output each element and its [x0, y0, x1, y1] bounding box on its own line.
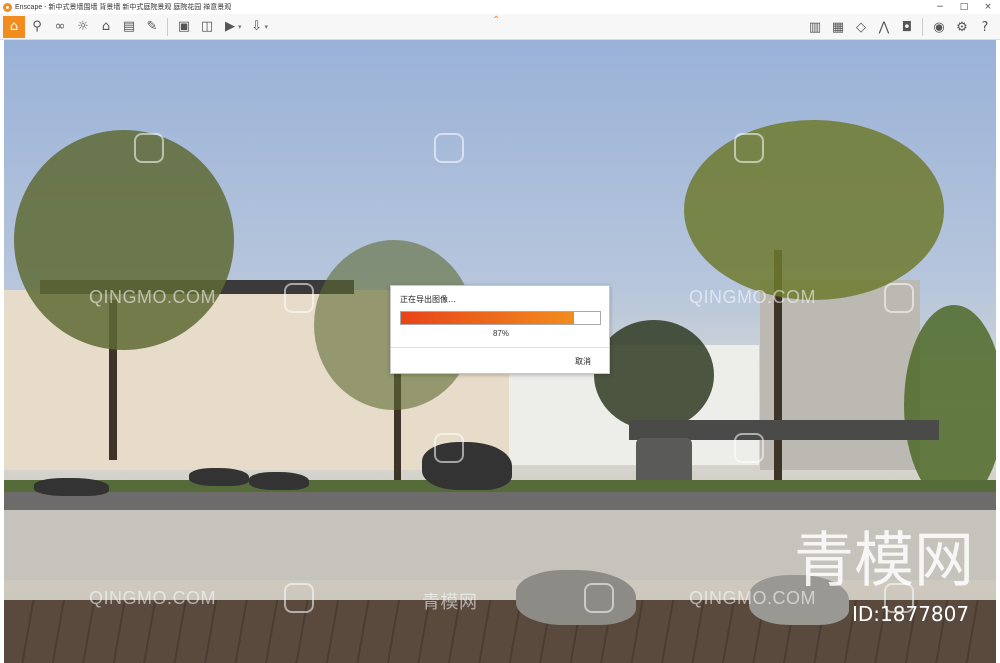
vr-headset-icon[interactable]: ◘ [896, 16, 918, 38]
help-icon[interactable]: ? [974, 16, 996, 38]
stepping-stone [249, 472, 309, 490]
house-icon[interactable]: ⌂ [95, 16, 117, 38]
sun-icon[interactable]: ☼ [72, 16, 94, 38]
bonsai-pine [594, 320, 714, 430]
tree-canopy [14, 130, 234, 350]
rock [516, 570, 636, 625]
toolbar-right: ▥ ▦ ◇ ⋀ ◘ ◉ ⚙ ? [803, 16, 996, 38]
watermark-logo-icon [134, 133, 164, 163]
title-bar: Enscape - 新中式景墙围墙 背景墙 新中式庭院景观 庭院花园 禅意景观 … [0, 0, 1000, 14]
watermark-logo-icon [284, 583, 314, 613]
watermark-logo-icon [434, 433, 464, 463]
watermark-id: ID:1877807 [852, 602, 970, 626]
watermark-logo-icon [734, 133, 764, 163]
watermark-logo-icon [584, 583, 614, 613]
window-title: Enscape - 新中式景墙围墙 背景墙 新中式庭院景观 庭院花园 禅意景观 [15, 4, 232, 11]
toolbar-divider [167, 17, 168, 36]
gallery-icon[interactable]: ▦ [827, 16, 849, 38]
gear-icon[interactable]: ⚙ [951, 16, 973, 38]
screenshot-icon[interactable]: ▣ [173, 16, 195, 38]
video-dropdown-icon[interactable]: ▾ [238, 23, 242, 31]
progress-fill [401, 312, 575, 324]
stone-table [629, 420, 939, 440]
maximize-button[interactable]: □ [952, 0, 976, 14]
layers-icon[interactable]: ▤ [118, 16, 140, 38]
cancel-button[interactable]: 取消 [575, 356, 591, 367]
collapse-chevron-icon[interactable]: ⌃ [492, 15, 500, 26]
gravel-path [4, 492, 996, 512]
chart-icon[interactable]: ⋀ [873, 16, 895, 38]
watermark-text: QINGMO.COM [689, 287, 816, 307]
panorama-icon[interactable]: ◫ [196, 16, 218, 38]
minimize-button[interactable]: − [928, 0, 952, 14]
brush-icon[interactable]: ✎ [141, 16, 163, 38]
watermark-logo-icon [434, 133, 464, 163]
enscape-logo-icon [3, 2, 12, 12]
window-controls: − □ × [928, 0, 1000, 14]
close-button[interactable]: × [976, 0, 1000, 14]
export-progress-dialog: 正在导出图像… 87% 取消 [390, 285, 610, 374]
export-dropdown-icon[interactable]: ▾ [265, 23, 269, 31]
watermark-logo-icon [884, 283, 914, 313]
cube-icon[interactable]: ◇ [850, 16, 872, 38]
shrub-right [904, 305, 996, 505]
stepping-stone [34, 478, 109, 496]
home-icon[interactable]: ⌂ [3, 15, 25, 38]
dialog-divider [391, 347, 609, 348]
binoculars-icon[interactable]: ∞ [49, 16, 71, 38]
watermark-brand: 青模网 [794, 526, 974, 596]
book-icon[interactable]: ▥ [804, 16, 826, 38]
watermark-logo-icon [734, 433, 764, 463]
progress-bar [400, 311, 601, 325]
watermark-text: QINGMO.COM [89, 287, 216, 307]
progress-percent: 87% [492, 329, 509, 338]
dialog-title: 正在导出图像… [400, 295, 456, 304]
toolbar-divider [922, 18, 923, 36]
stepping-stone [189, 468, 249, 486]
tree-canopy [684, 120, 944, 300]
map-icon[interactable]: ⚲ [26, 16, 48, 38]
watermark-text: QINGMO.COM [89, 588, 216, 608]
eye-icon[interactable]: ◉ [928, 16, 950, 38]
watermark-logo-icon [284, 283, 314, 313]
watermark-text: 青模网 [422, 592, 478, 612]
